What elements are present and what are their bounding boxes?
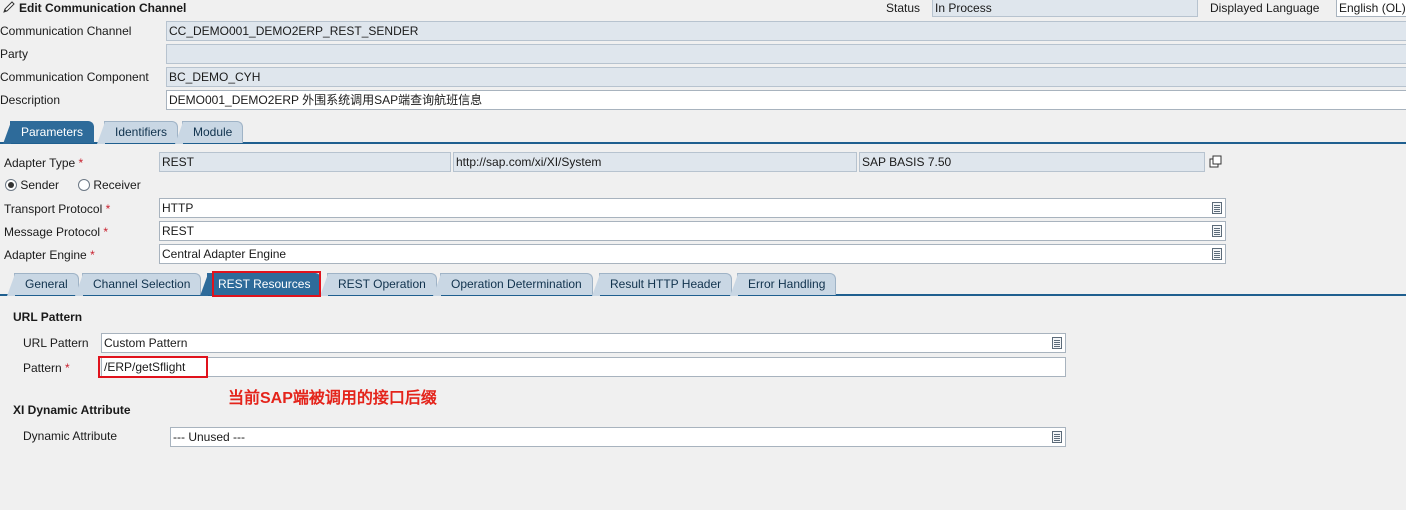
url-pattern-value: Custom Pattern: [104, 336, 188, 350]
tab-channel-selection[interactable]: Channel Selection: [75, 273, 202, 296]
message-select[interactable]: REST: [159, 221, 1226, 241]
tab-operation-determination-label: Operation Determination: [451, 277, 582, 291]
pattern-label: Pattern *: [23, 360, 70, 376]
new-window-icon[interactable]: [1209, 155, 1223, 172]
tab-identifiers[interactable]: Identifiers: [97, 121, 179, 144]
language-label: Displayed Language: [1210, 1, 1320, 15]
window-title-text: Edit Communication Channel: [19, 1, 187, 15]
message-label: Message Protocol *: [4, 224, 108, 240]
description-label: Description: [0, 93, 61, 107]
required-marker: *: [65, 361, 70, 375]
engine-select[interactable]: Central Adapter Engine: [159, 244, 1226, 264]
transport-select[interactable]: HTTP: [159, 198, 1226, 218]
party-label: Party: [0, 47, 29, 61]
value-help-icon[interactable]: [1212, 225, 1222, 237]
value-help-icon[interactable]: [1052, 337, 1062, 349]
component-label: Communication Component: [0, 70, 149, 84]
tab-error-handling-label: Error Handling: [748, 277, 826, 291]
required-marker: *: [103, 225, 109, 239]
dynamic-attribute-value: --- Unused ---: [173, 430, 246, 444]
required-marker: *: [78, 156, 84, 170]
tab-rest-operation-label: REST Operation: [338, 277, 426, 291]
tab-parameters-label: Parameters: [21, 125, 84, 139]
adapter-type-field: REST: [159, 152, 451, 172]
status-label: Status: [886, 1, 921, 15]
tab-result-http-header-label: Result HTTP Header: [610, 277, 722, 291]
dynamic-attribute-label: Dynamic Attribute: [23, 429, 118, 443]
url-pattern-label: URL Pattern: [23, 336, 89, 350]
receiver-radio-button[interactable]: [78, 179, 90, 191]
party-field: [166, 44, 1406, 64]
required-marker: *: [105, 202, 111, 216]
tab-identifiers-label: Identifiers: [115, 125, 168, 139]
component-field: BC_DEMO_CYH: [166, 67, 1406, 87]
edit-pencil-icon: [2, 0, 16, 17]
url-pattern-select[interactable]: Custom Pattern: [101, 333, 1066, 353]
adapter-swcv-field: SAP BASIS 7.50: [859, 152, 1205, 172]
message-label-text: Message Protocol: [4, 225, 101, 239]
tab-general[interactable]: General: [7, 273, 79, 296]
pattern-label-text: Pattern: [23, 361, 62, 375]
transport-label: Transport Protocol *: [4, 201, 110, 217]
tab-channel-selection-label: Channel Selection: [93, 277, 191, 291]
sender-radio[interactable]: Sender: [5, 177, 59, 193]
tab-general-label: General: [25, 277, 68, 291]
adapter-namespace-field: http://sap.com/xi/XI/System: [453, 152, 857, 172]
value-help-icon[interactable]: [1212, 248, 1222, 260]
tab-result-http-header[interactable]: Result HTTP Header: [592, 273, 733, 296]
window-title: Edit Communication Channel: [2, 0, 186, 16]
tab-error-handling[interactable]: Error Handling: [730, 273, 837, 296]
sender-radio-label: Sender: [20, 178, 60, 192]
value-help-icon[interactable]: [1052, 431, 1062, 443]
sender-radio-button[interactable]: [5, 179, 17, 191]
language-select[interactable]: English (OL): [1336, 0, 1406, 17]
highlight-box-pattern: [98, 356, 208, 378]
url-pattern-heading: URL Pattern: [13, 310, 83, 324]
annotation-text: 当前SAP端被调用的接口后缀: [228, 390, 437, 407]
transport-value: HTTP: [162, 201, 194, 215]
value-help-icon[interactable]: [1212, 202, 1222, 214]
engine-label-text: Adapter Engine: [4, 248, 87, 262]
tab-parameters[interactable]: Parameters: [3, 121, 95, 144]
tab-operation-determination[interactable]: Operation Determination: [433, 273, 593, 296]
highlight-box-rest-resources: [212, 271, 321, 297]
dynamic-attribute-select[interactable]: --- Unused ---: [170, 427, 1066, 447]
tab-module-label: Module: [193, 125, 233, 139]
adapter-type-label-text: Adapter Type: [4, 156, 76, 170]
channel-field: CC_DEMO001_DEMO2ERP_REST_SENDER: [166, 21, 1406, 41]
engine-value: Central Adapter Engine: [162, 247, 287, 261]
message-value: REST: [162, 224, 195, 238]
receiver-radio-label: Receiver: [93, 178, 141, 192]
receiver-radio[interactable]: Receiver: [78, 177, 141, 193]
channel-label: Communication Channel: [0, 24, 132, 38]
dynamic-attribute-heading: XI Dynamic Attribute: [13, 403, 131, 417]
tab-module[interactable]: Module: [175, 121, 244, 144]
transport-label-text: Transport Protocol: [4, 202, 103, 216]
required-marker: *: [90, 248, 95, 262]
engine-label: Adapter Engine *: [4, 247, 95, 263]
adapter-type-label: Adapter Type *: [4, 155, 83, 171]
status-field: In Process: [932, 0, 1198, 17]
description-field[interactable]: DEMO001_DEMO2ERP 外围系统调用SAP端查询航班信息: [166, 90, 1406, 110]
tab-rest-operation[interactable]: REST Operation: [320, 273, 437, 296]
pattern-input[interactable]: /ERP/getSflight: [101, 357, 1066, 377]
